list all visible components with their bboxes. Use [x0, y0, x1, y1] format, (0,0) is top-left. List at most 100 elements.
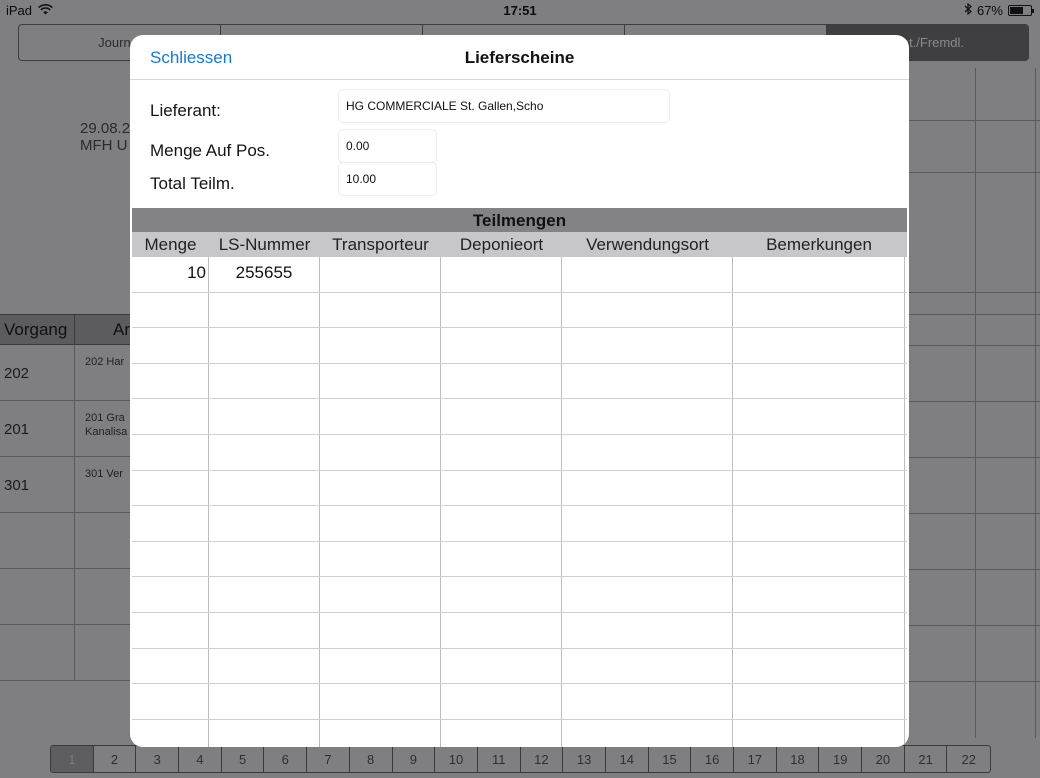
total-teilm-field[interactable]: 10.00	[338, 162, 437, 196]
cell-transporteur[interactable]	[320, 577, 441, 612]
cell-verwendungsort[interactable]	[562, 399, 733, 434]
table-row[interactable]	[132, 470, 907, 507]
cell-transporteur[interactable]	[320, 328, 441, 363]
cell-verwendungsort[interactable]	[562, 648, 733, 684]
table-row[interactable]: 202 202 Har	[0, 345, 130, 401]
cell-deponieort[interactable]	[441, 363, 562, 399]
cell-bemerkungen[interactable]	[733, 292, 905, 328]
table-row[interactable]	[132, 612, 907, 649]
cell-verwendungsort[interactable]	[562, 506, 733, 541]
table-row[interactable]	[132, 434, 907, 471]
cell-bemerkungen[interactable]	[733, 363, 905, 399]
cell-ls-nummer[interactable]	[209, 719, 320, 747]
cell-deponieort[interactable]	[441, 684, 562, 719]
cell-bemerkungen[interactable]	[733, 648, 905, 684]
cell-transporteur[interactable]	[320, 257, 441, 292]
cell-verwendungsort[interactable]	[562, 434, 733, 470]
cell-transporteur[interactable]	[320, 684, 441, 719]
cell-verwendungsort[interactable]	[562, 541, 733, 577]
cell-deponieort[interactable]	[441, 612, 562, 648]
page-button[interactable]: 16	[691, 746, 734, 772]
cell-verwendungsort[interactable]	[562, 577, 733, 612]
cell-ls-nummer[interactable]	[209, 292, 320, 328]
cell-bemerkungen[interactable]	[733, 612, 905, 648]
cell-bemerkungen[interactable]	[733, 719, 905, 747]
page-button[interactable]: 7	[307, 746, 350, 772]
page-button[interactable]: 18	[777, 746, 820, 772]
cell-ls-nummer[interactable]	[209, 363, 320, 399]
table-row[interactable]	[0, 569, 130, 625]
cell-deponieort[interactable]	[441, 719, 562, 747]
page-button[interactable]: 11	[478, 746, 521, 772]
table-row[interactable]: 201 201 Gra Kanalisa	[0, 401, 130, 457]
cell-deponieort[interactable]	[441, 292, 562, 328]
cell-menge[interactable]	[132, 577, 209, 612]
cell-ls-nummer[interactable]	[209, 506, 320, 541]
cell-menge[interactable]	[132, 434, 209, 470]
cell-transporteur[interactable]	[320, 363, 441, 399]
page-button[interactable]: 14	[606, 746, 649, 772]
cell-deponieort[interactable]	[441, 257, 562, 292]
cell-transporteur[interactable]	[320, 541, 441, 577]
cell-bemerkungen[interactable]	[733, 257, 905, 292]
cell-bemerkungen[interactable]	[733, 434, 905, 470]
cell-deponieort[interactable]	[441, 506, 562, 541]
cell-transporteur[interactable]	[320, 719, 441, 747]
cell-bemerkungen[interactable]	[733, 577, 905, 612]
cell-menge[interactable]	[132, 292, 209, 328]
cell-transporteur[interactable]	[320, 434, 441, 470]
cell-ls-nummer[interactable]	[209, 434, 320, 470]
page-button[interactable]: 22	[947, 746, 990, 772]
cell-menge[interactable]	[132, 719, 209, 747]
cell-menge[interactable]: 10	[132, 257, 209, 292]
cell-transporteur[interactable]	[320, 399, 441, 434]
table-row[interactable]: 301 301 Ver	[0, 457, 130, 513]
menge-auf-pos-field[interactable]: 0.00	[338, 129, 437, 163]
cell-menge[interactable]	[132, 684, 209, 719]
cell-ls-nummer[interactable]	[209, 541, 320, 577]
cell-ls-nummer[interactable]	[209, 470, 320, 506]
page-button[interactable]: 9	[393, 746, 436, 772]
cell-menge[interactable]	[132, 612, 209, 648]
page-button[interactable]: 20	[862, 746, 905, 772]
cell-deponieort[interactable]	[441, 470, 562, 506]
cell-verwendungsort[interactable]	[562, 719, 733, 747]
cell-transporteur[interactable]	[320, 470, 441, 506]
cell-menge[interactable]	[132, 399, 209, 434]
page-button[interactable]: 13	[563, 746, 606, 772]
cell-ls-nummer[interactable]	[209, 328, 320, 363]
cell-ls-nummer[interactable]	[209, 399, 320, 434]
cell-menge[interactable]	[132, 328, 209, 363]
cell-menge[interactable]	[132, 506, 209, 541]
cell-ls-nummer[interactable]	[209, 612, 320, 648]
cell-verwendungsort[interactable]	[562, 328, 733, 363]
table-row[interactable]	[132, 684, 907, 720]
lieferant-field[interactable]: HG COMMERCIALE St. Gallen,Scho	[338, 89, 670, 123]
cell-deponieort[interactable]	[441, 648, 562, 684]
cell-bemerkungen[interactable]	[733, 470, 905, 506]
page-button[interactable]: 3	[136, 746, 180, 772]
page-button[interactable]: 19	[819, 746, 863, 772]
cell-menge[interactable]	[132, 363, 209, 399]
table-row[interactable]: 10 255655	[132, 257, 907, 293]
cell-bemerkungen[interactable]	[733, 541, 905, 577]
cell-transporteur[interactable]	[320, 506, 441, 541]
page-button[interactable]: 6	[264, 746, 308, 772]
cell-verwendungsort[interactable]	[562, 363, 733, 399]
cell-menge[interactable]	[132, 470, 209, 506]
table-row[interactable]	[132, 506, 907, 542]
cell-transporteur[interactable]	[320, 648, 441, 684]
table-row[interactable]	[0, 513, 130, 569]
table-row[interactable]	[132, 363, 907, 400]
page-button[interactable]: 12	[521, 746, 564, 772]
page-button[interactable]: 1	[51, 746, 94, 772]
cell-bemerkungen[interactable]	[733, 506, 905, 541]
cell-deponieort[interactable]	[441, 577, 562, 612]
table-row[interactable]	[132, 719, 907, 747]
page-button[interactable]: 21	[905, 746, 948, 772]
cell-verwendungsort[interactable]	[562, 292, 733, 328]
cell-deponieort[interactable]	[441, 399, 562, 434]
page-button[interactable]: 4	[179, 746, 222, 772]
table-row[interactable]	[0, 625, 130, 681]
page-button[interactable]: 17	[734, 746, 777, 772]
